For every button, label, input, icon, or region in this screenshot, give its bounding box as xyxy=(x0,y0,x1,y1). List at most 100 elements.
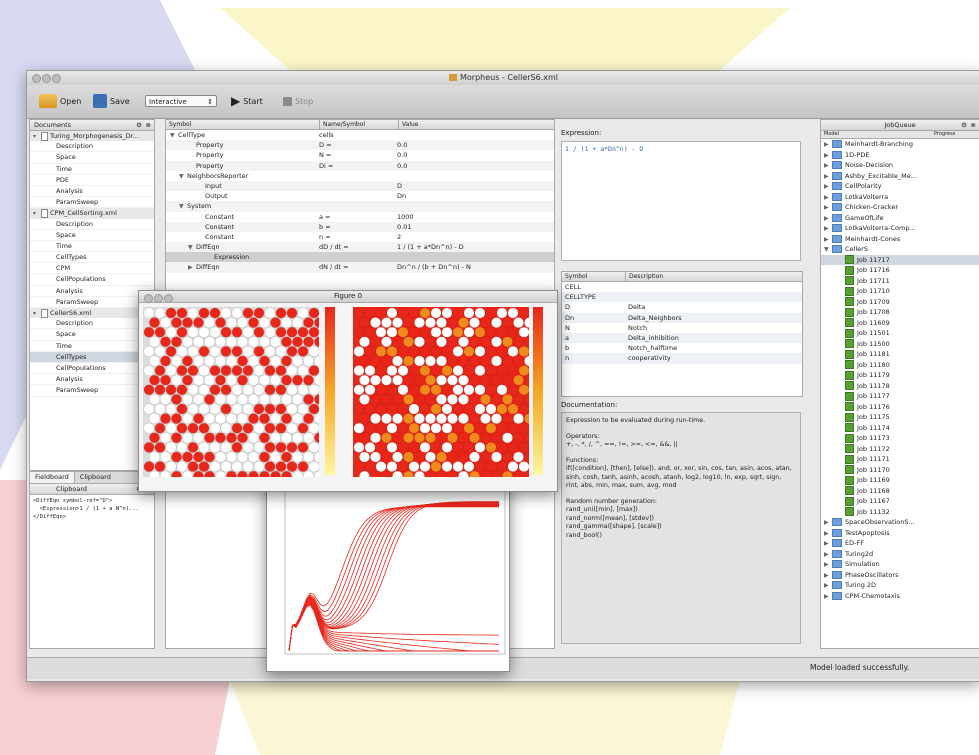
close-icon[interactable]: ⊗ xyxy=(146,120,151,130)
editor-row[interactable]: Output Dn xyxy=(166,191,554,201)
disclosure-icon[interactable]: ▶ xyxy=(824,161,832,172)
document-section[interactable]: PDE xyxy=(30,175,154,186)
document-file[interactable]: ▾ CellerS6.xml xyxy=(30,308,154,319)
job-folder[interactable]: ▶ Meinhardt-Cones xyxy=(821,234,979,245)
disclosure-icon[interactable]: ▶ xyxy=(824,224,832,235)
job-item[interactable]: Job 11708 xyxy=(821,307,979,318)
symbol-row[interactable]: CELL xyxy=(562,282,802,292)
document-section[interactable]: ParamSweep xyxy=(30,297,154,308)
symbol-row[interactable]: b Notch_halftime xyxy=(562,343,802,353)
document-section[interactable]: Description xyxy=(30,141,154,153)
document-section[interactable]: Space xyxy=(30,230,154,241)
job-folder[interactable]: ▶ Meinhardt-Branching xyxy=(821,139,979,150)
disclosure-icon[interactable]: ▶ xyxy=(824,581,832,592)
job-item[interactable]: Job 11172 xyxy=(821,444,979,455)
job-folder[interactable]: ▶ TestApoptosis xyxy=(821,528,979,539)
disclosure-icon[interactable]: ▼ xyxy=(824,245,832,256)
job-item[interactable]: Job 11711 xyxy=(821,276,979,287)
document-section[interactable]: Analysis xyxy=(30,186,154,198)
minimize-window-button[interactable] xyxy=(154,294,163,303)
job-item[interactable]: Job 11176 xyxy=(821,402,979,413)
job-item[interactable]: Job 11181 xyxy=(821,349,979,360)
stop-button[interactable]: Stop xyxy=(283,91,313,111)
editor-row[interactable]: Property D = 0.0 xyxy=(166,140,554,151)
document-section[interactable]: Analysis xyxy=(30,374,154,386)
job-folder[interactable]: ▶ Noise-Decision xyxy=(821,160,979,171)
disclosure-icon[interactable]: ▾ xyxy=(33,309,41,319)
open-button[interactable]: Open xyxy=(39,91,81,111)
editor-row[interactable]: Constant n = 2 xyxy=(166,232,554,242)
column-header[interactable]: Symbol xyxy=(166,120,320,129)
column-header[interactable]: Progress xyxy=(934,131,955,138)
job-item[interactable]: Job 11709 xyxy=(821,297,979,308)
column-header[interactable]: Description xyxy=(626,272,663,281)
plot-window[interactable] xyxy=(266,478,510,672)
job-item[interactable]: Job 11167 xyxy=(821,496,979,507)
job-folder[interactable]: ▶ 1D-PDE xyxy=(821,150,979,161)
job-folder[interactable]: ▶ Turing 2D xyxy=(821,580,979,591)
disclosure-icon[interactable]: ▶ xyxy=(188,263,196,273)
figure-window[interactable]: Figure 0 xyxy=(138,290,558,492)
mode-select[interactable]: Interactive ⇕ xyxy=(145,91,217,111)
disclosure-icon[interactable]: ▾ xyxy=(33,209,41,219)
job-folder[interactable]: ▶ GameOfLife xyxy=(821,213,979,224)
document-section[interactable]: ParamSweep xyxy=(30,385,154,397)
symbol-row[interactable]: CELLTYPE xyxy=(562,292,802,303)
editor-row[interactable]: Expression xyxy=(166,252,554,263)
editor-row[interactable]: ▼ System xyxy=(166,201,554,212)
job-item[interactable]: Job 11169 xyxy=(821,475,979,486)
document-section[interactable]: CellPopulations xyxy=(30,363,154,375)
job-item[interactable]: Job 11132 xyxy=(821,507,979,518)
job-item[interactable]: Job 11168 xyxy=(821,486,979,497)
job-item[interactable]: Job 11180 xyxy=(821,360,979,371)
job-item[interactable]: Job 11500 xyxy=(821,339,979,350)
document-section[interactable]: Description xyxy=(30,318,154,330)
job-folder[interactable]: ▼ CellerS xyxy=(821,244,979,255)
document-section[interactable]: CPM xyxy=(30,263,154,275)
job-item[interactable]: Job 11173 xyxy=(821,433,979,444)
job-item[interactable]: Job 11170 xyxy=(821,465,979,476)
job-item[interactable]: Job 11710 xyxy=(821,286,979,297)
symbol-row[interactable]: n cooperativity xyxy=(562,353,802,364)
job-item[interactable]: Job 11178 xyxy=(821,381,979,392)
editor-row[interactable]: ▼ NeighborsReporter xyxy=(166,171,554,181)
editor-row[interactable]: Constant b = 0.01 xyxy=(166,221,554,232)
disclosure-icon[interactable]: ▶ xyxy=(824,203,832,214)
job-item[interactable]: Job 11177 xyxy=(821,391,979,402)
job-folder[interactable]: ▶ Ashby_Excitable_Me... xyxy=(821,171,979,182)
save-button[interactable]: Save xyxy=(93,91,130,111)
column-header[interactable]: Name/Symbol xyxy=(320,120,399,129)
disclosure-icon[interactable]: ▶ xyxy=(824,539,832,550)
disclosure-icon[interactable]: ▶ xyxy=(824,182,832,193)
document-section[interactable]: Space xyxy=(30,329,154,341)
expression-input[interactable]: 1 / (1 + a*Dn^n) - D xyxy=(561,141,801,261)
start-button[interactable]: ▶ Start xyxy=(231,91,263,111)
document-section[interactable]: CellPopulations xyxy=(30,274,154,286)
disclosure-icon[interactable]: ▶ xyxy=(824,518,832,529)
document-file[interactable]: ▾ CPM_CellSorting.xml xyxy=(30,208,154,219)
column-header[interactable]: Model xyxy=(821,131,934,138)
job-item[interactable]: Job 11175 xyxy=(821,412,979,423)
column-header[interactable]: Value xyxy=(399,120,418,129)
close-window-button[interactable] xyxy=(144,294,153,303)
job-item[interactable]: Job 11174 xyxy=(821,423,979,434)
job-folder[interactable]: ▶ ED-FF xyxy=(821,538,979,549)
disclosure-icon[interactable]: ▶ xyxy=(824,592,832,603)
editor-row[interactable]: ▼ DiffEqn dD / dt = 1 / (1 + a*Dn^n) - D xyxy=(166,242,554,253)
symbol-row[interactable]: N Notch xyxy=(562,323,802,333)
symbol-row[interactable]: D Delta xyxy=(562,302,802,312)
job-item[interactable]: Job 11179 xyxy=(821,370,979,381)
column-header[interactable]: Symbol xyxy=(562,272,626,281)
job-item[interactable]: Job 11717 xyxy=(821,254,979,265)
job-item[interactable]: Job 11501 xyxy=(821,328,979,339)
zoom-window-button[interactable] xyxy=(164,294,173,303)
symbol-row[interactable]: Dn Delta_Neighbors xyxy=(562,312,802,323)
job-folder[interactable]: ▶ LotkaVolterra-Comp... xyxy=(821,223,979,234)
document-section[interactable]: Time xyxy=(30,241,154,253)
job-item[interactable]: Job 11609 xyxy=(821,318,979,329)
disclosure-icon[interactable]: ▶ xyxy=(824,560,832,571)
editor-row[interactable]: Input D xyxy=(166,180,554,192)
document-section[interactable]: Space xyxy=(30,152,154,164)
tab-clipboard[interactable]: Clipboard xyxy=(75,472,116,483)
disclosure-icon[interactable]: ▶ xyxy=(824,140,832,151)
